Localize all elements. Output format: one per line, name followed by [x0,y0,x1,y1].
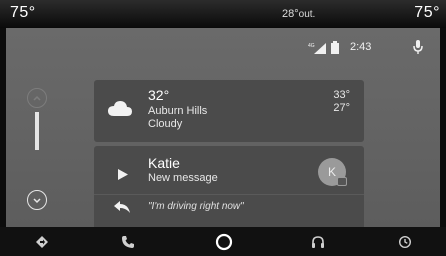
weather-low: 27° [333,102,350,114]
weather-card[interactable]: 32° Auburn Hills Cloudy 33° 27° [94,80,364,142]
battery-icon [331,41,339,54]
weather-location: Auburn Hills [148,105,208,117]
chevron-up-icon [33,95,41,101]
play-icon[interactable] [118,169,128,180]
message-card[interactable]: Katie New message K "I'm driving right n… [94,146,364,227]
avatar: K [318,158,347,186]
scroll-up-button[interactable] [27,88,47,108]
nav-button-navigation[interactable] [22,227,62,256]
home-icon [215,233,233,250]
cloud-icon [108,101,132,116]
nav-button-home[interactable] [204,227,244,256]
weather-high: 33° [333,89,350,101]
message-badge-icon [337,177,347,186]
audio-icon [312,235,324,248]
exit-icon [398,235,412,248]
network-type-label: 4G [308,43,315,49]
message-subtitle: New message [148,172,218,184]
climate-bar: 75° 28°out. 75° [0,0,446,28]
chevron-down-icon [33,198,41,204]
nav-button-exit[interactable] [385,227,425,256]
outside-temperature-label: out. [298,9,316,20]
phone-icon [122,235,134,248]
microphone-icon[interactable] [412,40,424,55]
clock: 2:43 [350,41,372,53]
bottom-nav-bar [0,227,446,256]
passenger-temperature[interactable]: 75° [414,4,440,22]
weather-temperature: 32° [148,87,170,103]
outside-temperature-value: 28° [282,8,299,20]
reply-suggestion[interactable]: "I'm driving right now" [148,201,244,212]
nav-button-phone[interactable] [108,227,148,256]
scroll-down-button[interactable] [27,190,47,210]
divider [94,194,364,195]
outside-temperature: 28°out. [282,8,315,20]
android-auto-screen: 4G 2:43 32° Auburn Hills Cloudy 33° 27° … [6,28,440,227]
status-bar: 4G 2:43 [280,40,440,56]
scroll-indicator[interactable] [35,112,39,150]
reply-icon[interactable] [114,201,130,213]
cellular-signal-icon: 4G [308,43,326,54]
driver-temperature[interactable]: 75° [10,4,36,22]
message-sender: Katie [148,155,180,171]
navigation-icon [36,235,48,248]
nav-button-audio[interactable] [298,227,338,256]
weather-condition: Cloudy [148,118,183,130]
